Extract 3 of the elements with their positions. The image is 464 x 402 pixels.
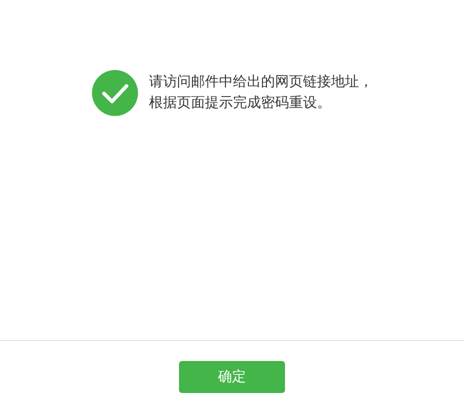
confirm-button[interactable]: 确定 [179,361,285,393]
success-check-icon [92,70,138,116]
message-text: 请访问邮件中给出的网页链接地址， 根据页面提示完成密码重设。 [149,73,373,113]
